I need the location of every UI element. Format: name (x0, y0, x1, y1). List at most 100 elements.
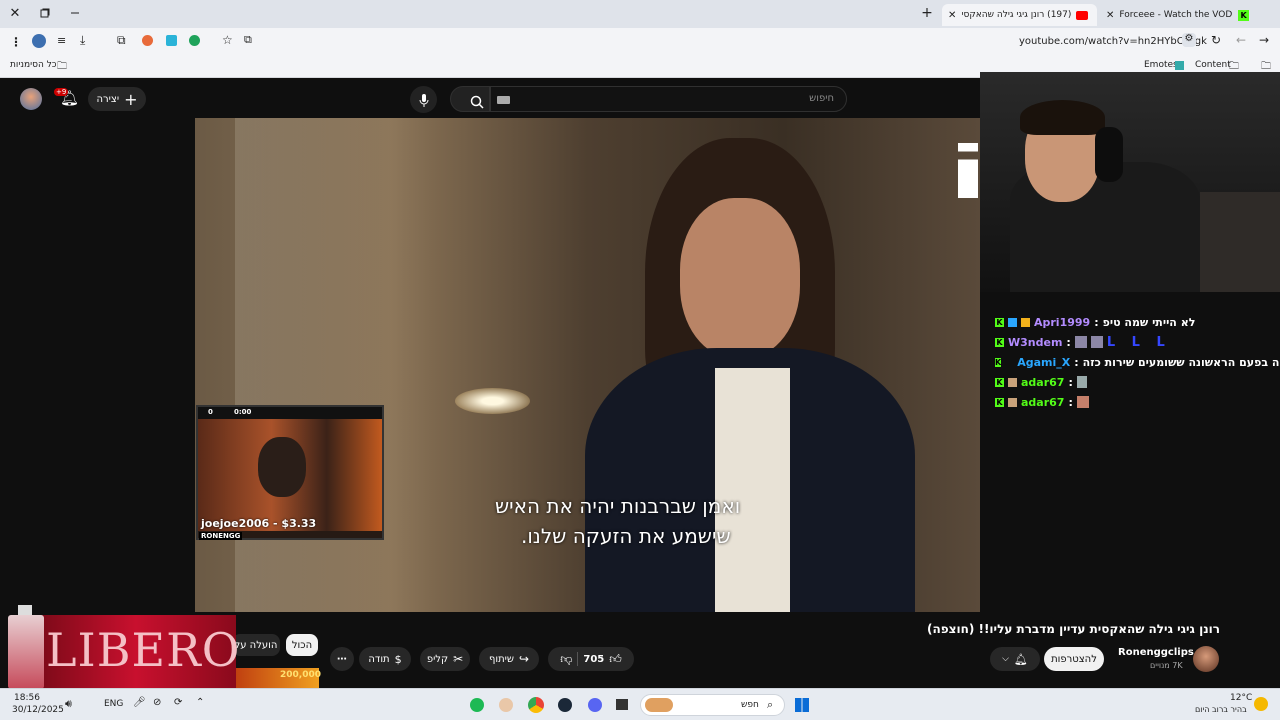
discord-icon[interactable] (588, 698, 602, 712)
menu-dots-icon[interactable]: ⋮ (10, 35, 22, 49)
clock-date[interactable]: 30/12/2025 (12, 705, 64, 715)
badge-icon (1008, 317, 1017, 327)
network-icon[interactable]: ⊘ (153, 697, 161, 708)
profile-avatar-icon[interactable] (32, 34, 46, 48)
steam-icon[interactable] (558, 698, 572, 712)
tab-kick[interactable]: ✕ Forceee - Watch the VOD on K K (1100, 4, 1255, 26)
emote-icon (1076, 376, 1087, 388)
taskbar-search-placeholder: חפש (741, 700, 759, 710)
windows-start-icon[interactable] (795, 698, 809, 712)
weather-sun-icon (1254, 697, 1268, 711)
libero-ad[interactable]: LIBERO (0, 605, 239, 689)
new-tab-icon[interactable]: + (920, 5, 934, 21)
notification-settings-button[interactable]: ⌵ 🔔︎ (990, 647, 1040, 671)
extensions-icon[interactable]: ⧉ (117, 33, 126, 48)
file-explorer-icon[interactable] (616, 699, 628, 710)
youtube-favicon (1076, 10, 1089, 20)
thanks-button[interactable]: תודה $ (359, 647, 411, 671)
thanks-label: תודה (368, 653, 390, 665)
chat-username: adar67 (1021, 395, 1065, 409)
kick-badge-icon: K (995, 357, 1002, 367)
timer-text: 0:00 (234, 408, 252, 416)
microphone-icon[interactable]: 🎤︎ (133, 697, 146, 708)
donor-text: joejoe2006 - $3.33 (201, 517, 317, 530)
site-settings-icon[interactable]: ⚙ (1182, 33, 1196, 47)
spotify-icon[interactable] (470, 698, 484, 712)
clock-time[interactable]: 18:56 (14, 693, 40, 703)
kick-badge-icon: K (995, 317, 1004, 327)
language-indicator[interactable]: ENG (104, 699, 123, 709)
subscriber-count: 7K מנויים (1150, 661, 1183, 670)
extension-2-icon[interactable] (166, 35, 177, 46)
bookmark-content[interactable]: Content (1195, 60, 1231, 70)
search-icon: ⌕ (767, 698, 774, 711)
reload-icon[interactable]: ↻ (1211, 33, 1221, 47)
download-icon[interactable]: ⤓ (80, 33, 85, 48)
minimize-window-icon[interactable] (68, 6, 82, 20)
bell-icon: 🔔︎ (1013, 652, 1028, 666)
back-icon[interactable]: → (1259, 33, 1269, 47)
windows-taskbar: 18:56 30/12/2025 🔊︎ ENG 🎤︎ ⊘ ⟳ ⌃ חפש ⌕ 1… (0, 688, 1280, 720)
kick-badge-icon: K (995, 337, 1004, 347)
donation-alert: 0 0:00 joejoe2006 - $3.33 RONENGG (196, 405, 384, 540)
playlist-icon[interactable]: ≡ (57, 34, 66, 47)
share-icon: ↪ (518, 652, 530, 666)
kick-favicon: K (1238, 9, 1249, 21)
url-text[interactable]: youtube.com/watch?v=hn2HYbO_sgk (1019, 36, 1207, 47)
clip-button[interactable]: קליפ ✂ (420, 647, 470, 671)
app-icon[interactable] (499, 698, 513, 712)
more-actions-button[interactable]: ⋯ (330, 647, 354, 671)
share-button[interactable]: שיתוף ↪ (479, 647, 539, 671)
dislike-icon[interactable]: 👎︎ (560, 652, 572, 667)
kick-badge-icon: K (995, 397, 1004, 407)
chat-username: Apri1999 (1034, 315, 1091, 329)
subtitle-line-1: ואמן שברבנות יהיה את האיש (495, 494, 741, 518)
promo-thumbnail[interactable]: 200,000 (236, 668, 321, 688)
emotes-favicon-icon (1175, 61, 1184, 70)
chat-message: : adar67 K (995, 372, 1280, 392)
forward-icon[interactable]: ← (1236, 33, 1246, 47)
search-input[interactable]: חיפוש (490, 86, 847, 112)
sync-icon[interactable]: ⟳ (174, 697, 182, 708)
chip-uploaded-label: הועלה על (234, 639, 278, 651)
create-button[interactable]: יצירה + (88, 87, 146, 111)
emote-icon (1076, 396, 1089, 408)
subscribe-button[interactable]: להצטרפות (1044, 647, 1104, 671)
chat-message-text: לא הייתי שמה טיפ (1102, 315, 1196, 329)
extension-3-icon[interactable] (189, 35, 200, 46)
voice-search-icon[interactable] (410, 86, 437, 113)
tray-overflow-icon[interactable]: ⌃ (196, 697, 204, 708)
restore-window-icon[interactable] (38, 6, 52, 20)
channel-avatar[interactable] (1193, 646, 1219, 672)
video-lamp-glow (455, 388, 530, 414)
browser-toolbar: ⋮ ≡ ⤓ ⧉ ☆ ⧉ youtube.com/watch?v=hn2HYbO_… (0, 28, 1280, 56)
user-avatar[interactable] (20, 88, 42, 110)
taskbar-search[interactable]: חפש ⌕ (640, 694, 785, 716)
chip-all[interactable]: הכול (286, 634, 318, 656)
promo-text: 200,000 (280, 670, 321, 680)
badge-icon (1008, 397, 1017, 407)
tv-channel-logo (958, 143, 978, 198)
chat-username: W3ndem (1008, 335, 1063, 349)
search-button[interactable] (450, 86, 490, 112)
extension-1-icon[interactable] (142, 35, 153, 46)
channel-name[interactable]: Ronenggclips (1118, 647, 1194, 658)
badge-icon (1021, 317, 1030, 327)
tab-close-icon[interactable]: ✕ (1106, 10, 1114, 21)
speaker-icon[interactable]: 🔊︎ (65, 697, 72, 711)
tab-close-icon[interactable]: ✕ (948, 10, 956, 21)
like-icon[interactable]: 👍︎ (609, 652, 622, 667)
install-app-icon[interactable]: ⧉ (244, 33, 252, 47)
tab-youtube[interactable]: ✕ (197) רונן גיגי גילה שהאקסית עד (942, 4, 1097, 26)
close-window-icon[interactable]: ✕ (8, 6, 22, 21)
bookmark-emotes[interactable]: Emotes (1144, 60, 1178, 70)
chrome-icon[interactable] (528, 697, 544, 713)
chat-message-text: זה בפעם הראשונה ששומעים שירות כזה (1082, 355, 1280, 369)
weather-text[interactable]: בהיר ברוב היום (1195, 705, 1247, 714)
temperature[interactable]: 12°C (1230, 693, 1252, 703)
bookmark-star-icon[interactable]: ☆ (222, 33, 233, 47)
keyboard-icon[interactable] (497, 96, 510, 104)
bookmark-all-label[interactable]: כל הסימניות (10, 60, 57, 70)
like-count[interactable]: 705 (583, 654, 604, 665)
chip-all-label: הכול (291, 639, 313, 651)
